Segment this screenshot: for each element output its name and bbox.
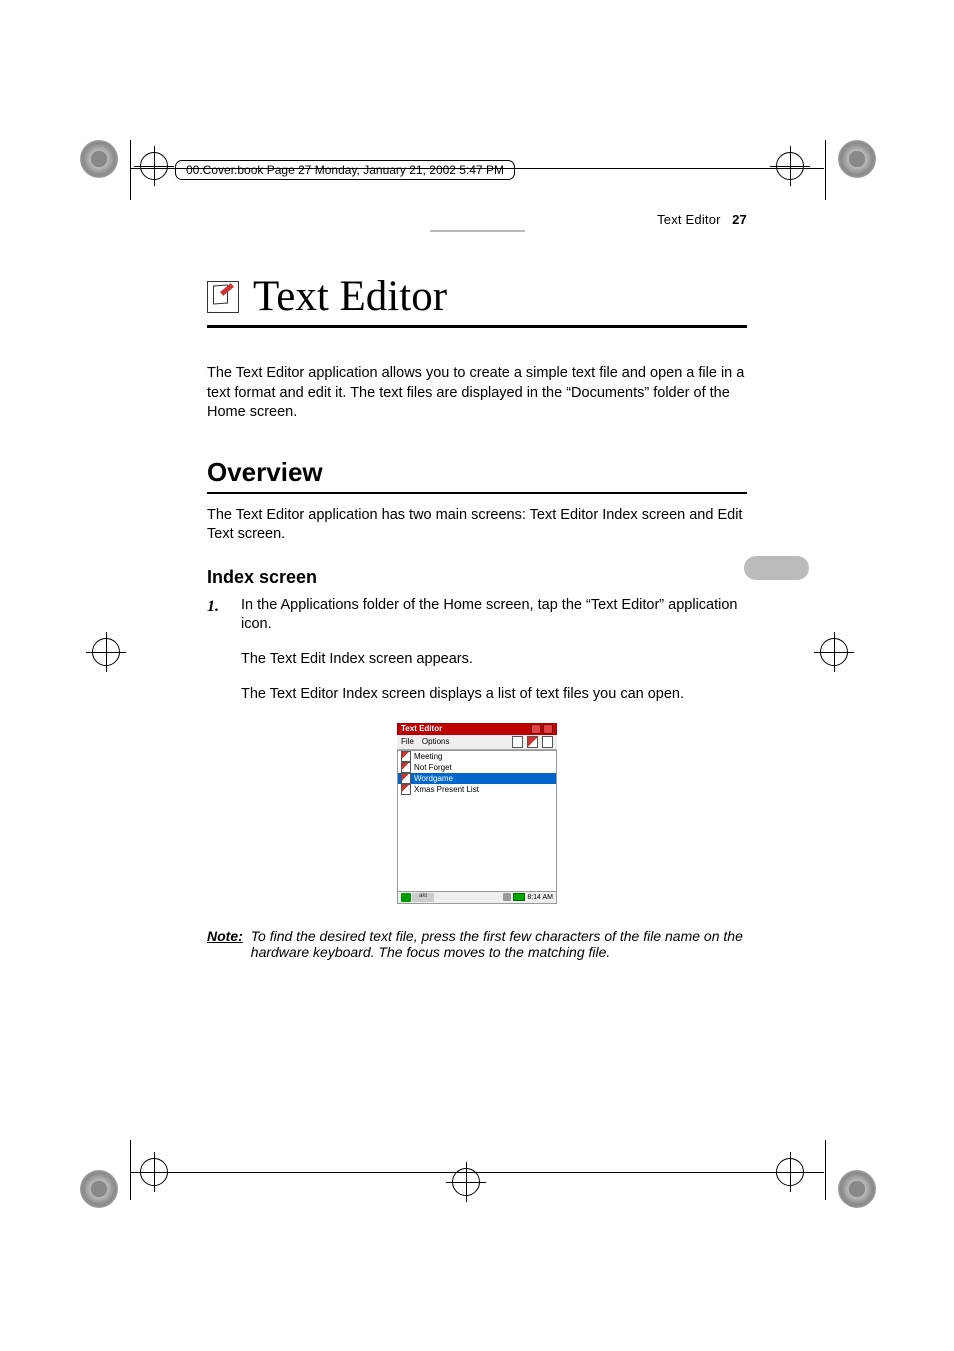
trash-icon: [542, 736, 553, 748]
page-header: Text Editor 27: [207, 212, 747, 232]
screenshot-file-list: Meeting Not Forget Wordgame Xmas Present…: [397, 750, 557, 892]
running-head: 00.Cover.book Page 27 Monday, January 21…: [175, 160, 515, 180]
list-item-label: Not Forget: [414, 762, 452, 773]
status-time: 8:14 AM: [527, 894, 553, 901]
menu-file: File: [401, 737, 414, 746]
header-section: Text Editor: [657, 212, 721, 227]
screenshot-statusbar: akt 8:14 AM: [397, 892, 557, 904]
file-icon: [401, 773, 411, 784]
list-item: Meeting: [398, 751, 556, 762]
intro-paragraph: The Text Editor application allows you t…: [207, 364, 747, 423]
file-icon: [401, 784, 411, 795]
document-page: 00.Cover.book Page 27 Monday, January 21…: [0, 0, 954, 1351]
note-block: Note: To find the desired text file, pre…: [207, 928, 747, 960]
overview-heading: Overview: [207, 457, 747, 488]
registration-dot: [838, 1170, 876, 1208]
page-content: Text Editor 27 Text Editor The Text Edit…: [207, 212, 747, 960]
frame-line: [130, 1140, 131, 1200]
registration-mark: [92, 638, 120, 666]
registration-mark: [820, 638, 848, 666]
page-number: 27: [732, 212, 747, 227]
registration-dot: [80, 1170, 118, 1208]
status-home-icon: [401, 893, 411, 902]
title-row: Text Editor: [207, 272, 747, 321]
menu-options: Options: [422, 737, 450, 746]
header-rule: [430, 230, 525, 232]
note-label: Note:: [207, 928, 243, 960]
registration-dot: [80, 140, 118, 178]
edit-icon: [527, 736, 538, 748]
note-text: To find the desired text file, press the…: [251, 928, 747, 960]
screenshot-title: Text Editor: [401, 724, 442, 733]
step-number: 1.: [207, 596, 225, 635]
registration-mark: [776, 152, 804, 180]
status-battery-icon: [513, 893, 525, 901]
screenshot-titlebar: Text Editor: [397, 723, 557, 735]
overview-body: The Text Editor application has two main…: [207, 506, 747, 545]
list-item-label: Meeting: [414, 751, 442, 762]
file-icon: [401, 762, 411, 773]
screenshot-menubar: File Options: [397, 735, 557, 750]
registration-mark: [140, 152, 168, 180]
step-result-2: The Text Editor Index screen displays a …: [241, 684, 747, 704]
frame-line: [130, 1172, 824, 1173]
status-tray-icon: [503, 893, 511, 901]
list-item: Not Forget: [398, 762, 556, 773]
frame-line: [130, 140, 131, 200]
list-item-label: Xmas Present List: [414, 784, 479, 795]
file-icon: [401, 751, 411, 762]
step-1: 1. In the Applications folder of the Hom…: [207, 596, 747, 635]
frame-line: [825, 140, 826, 200]
section-rule: [207, 492, 747, 494]
index-screen-screenshot: Text Editor File Options: [397, 723, 557, 904]
close-icon: [543, 724, 553, 734]
frame-line: [825, 1140, 826, 1200]
registration-dot: [838, 140, 876, 178]
index-screen-heading: Index screen: [207, 567, 747, 588]
help-icon: [531, 724, 541, 734]
text-editor-icon: [207, 281, 239, 313]
list-item-selected: Wordgame: [398, 773, 556, 784]
list-item: Xmas Present List: [398, 784, 556, 795]
step-result-1: The Text Edit Index screen appears.: [241, 649, 747, 669]
page-title: Text Editor: [253, 272, 447, 321]
status-input-mode: akt: [412, 893, 434, 902]
title-rule: [207, 325, 747, 328]
thumb-tab: [744, 556, 809, 580]
step-text: In the Applications folder of the Home s…: [241, 596, 747, 635]
new-file-icon: [512, 736, 523, 748]
list-item-label: Wordgame: [414, 773, 453, 784]
